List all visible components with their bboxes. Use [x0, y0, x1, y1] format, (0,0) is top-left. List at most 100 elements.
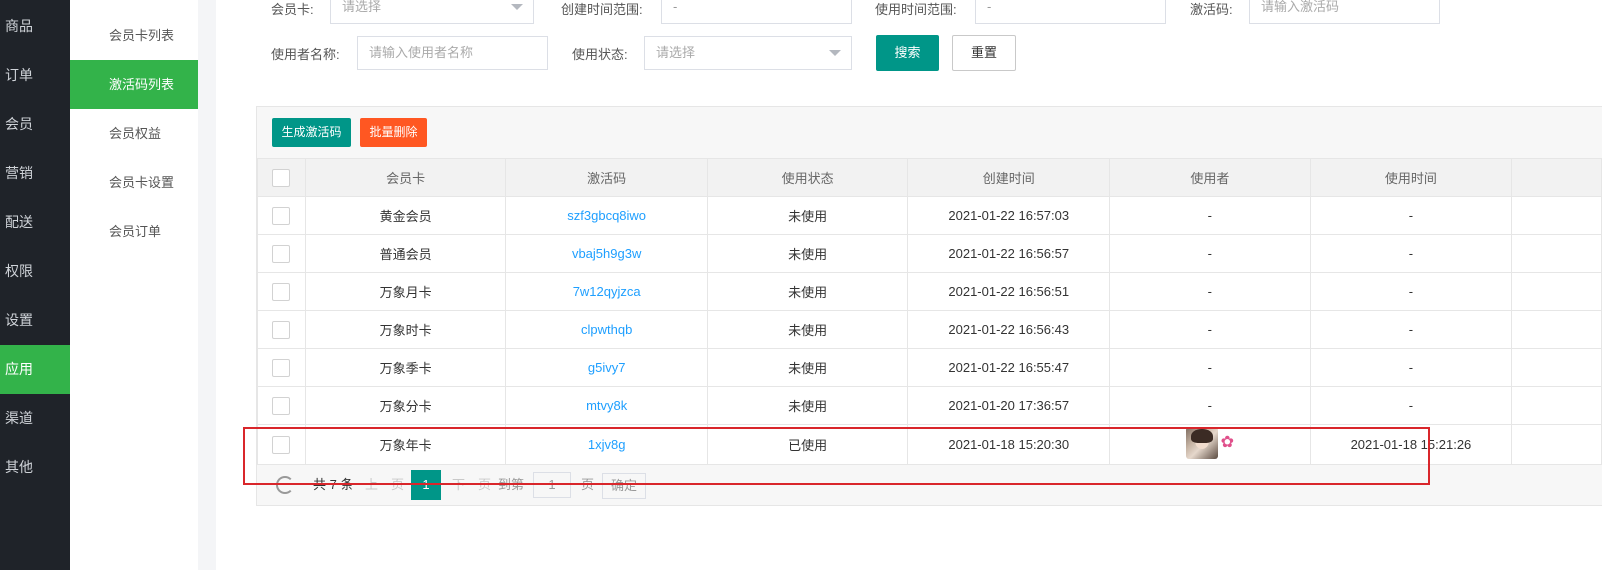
card-filter-label: 会员卡:: [271, 2, 314, 17]
reset-button[interactable]: 重置: [952, 35, 1016, 71]
card-select-placeholder: 请选择: [342, 0, 382, 14]
card-cell: 万象月卡: [304, 272, 507, 311]
user-name-input[interactable]: 请输入使用者名称: [357, 36, 548, 70]
nav-item-apps[interactable]: 应用: [0, 345, 70, 394]
code-link[interactable]: vbaj5h9g3w: [572, 246, 641, 261]
user-cell: -: [1109, 348, 1311, 387]
status-cell: 未使用: [706, 348, 909, 387]
select-all-cell: [257, 158, 306, 197]
used-range-label: 使用时间范围:: [875, 2, 957, 17]
row-checkbox[interactable]: [272, 244, 291, 263]
row-checkbox[interactable]: [272, 206, 291, 225]
bulk-delete-button[interactable]: 批量删除: [360, 118, 427, 147]
status-select-placeholder: 请选择: [656, 45, 696, 60]
code-link[interactable]: clpwthqb: [581, 322, 632, 337]
generate-codes-button[interactable]: 生成激活码: [272, 118, 351, 147]
nav-item-other[interactable]: 其他: [0, 443, 70, 492]
activation-code-table: 会员卡 激活码 使用状态 创建时间 使用者 使用时间 黄金会员 szf3gbcq…: [257, 158, 1602, 465]
chevron-down-icon: [511, 4, 523, 10]
code-link[interactable]: 1xjv8g: [588, 437, 626, 452]
column-header-user[interactable]: 使用者: [1109, 158, 1311, 197]
code-link[interactable]: g5ivy7: [588, 360, 626, 375]
page-suffix: 页: [581, 477, 595, 492]
row-checkbox[interactable]: [272, 320, 291, 339]
nav-item-delivery[interactable]: 配送: [0, 198, 70, 247]
card-select[interactable]: 请选择: [330, 0, 534, 24]
user-cell: -: [1109, 386, 1311, 425]
subnav-item-card-list[interactable]: 会员卡列表: [70, 11, 198, 60]
used-time-cell: 2021-01-18 15:21:26: [1309, 424, 1513, 465]
table-row: 万象季卡 g5ivy7 未使用 2021-01-22 16:55:47 - -: [257, 348, 1602, 387]
code-search-input[interactable]: 请输入激活码: [1249, 0, 1440, 24]
created-cell: 2021-01-22 16:55:47: [907, 348, 1111, 387]
user-info: ✿: [1185, 427, 1235, 459]
chevron-down-icon: [829, 50, 841, 56]
nav-item-channels[interactable]: 渠道: [0, 394, 70, 443]
created-cell: 2021-01-22 16:56:43: [907, 310, 1111, 349]
actions-cell: [1511, 348, 1602, 387]
created-range-separator: -: [673, 0, 678, 14]
status-cell: 已使用: [706, 424, 909, 465]
content-card: 会员卡: 请选择 创建时间范围: - 使用时间范围: - 激活码: 请输入激活码…: [216, 0, 1602, 570]
code-search-placeholder: 请输入激活码: [1261, 0, 1340, 14]
prev-page-button[interactable]: 上一页: [365, 470, 404, 500]
search-button[interactable]: 搜索: [876, 35, 939, 71]
current-page[interactable]: 1: [411, 470, 441, 500]
code-link[interactable]: szf3gbcq8iwo: [567, 208, 646, 223]
used-range-input[interactable]: -: [975, 0, 1166, 24]
subnav-item-card-settings[interactable]: 会员卡设置: [70, 158, 198, 207]
actions-cell: [1511, 386, 1602, 425]
status-cell: 未使用: [706, 234, 909, 273]
column-header-card[interactable]: 会员卡: [304, 158, 507, 197]
main-content: 会员卡: 请选择 创建时间范围: - 使用时间范围: - 激活码: 请输入激活码…: [198, 0, 1602, 570]
user-cell: ✿: [1109, 424, 1311, 465]
row-checkbox[interactable]: [272, 358, 291, 377]
table-row: 万象月卡 7w12qyjzca 未使用 2021-01-22 16:56:51 …: [257, 272, 1602, 311]
used-time-cell: -: [1309, 348, 1513, 387]
created-cell: 2021-01-22 16:57:03: [907, 196, 1111, 235]
created-range-input[interactable]: -: [661, 0, 852, 24]
card-cell: 万象分卡: [304, 386, 507, 425]
created-cell: 2021-01-22 16:56:51: [907, 272, 1111, 311]
goto-page-input[interactable]: 1: [533, 472, 571, 498]
card-cell: 万象年卡: [304, 424, 507, 465]
nav-item-permissions[interactable]: 权限: [0, 247, 70, 296]
subnav-item-activation-codes[interactable]: 激活码列表: [70, 60, 198, 109]
card-cell: 万象季卡: [304, 348, 507, 387]
table-row: 万象年卡 1xjv8g 已使用 2021-01-18 15:20:30 ✿ 20…: [257, 424, 1602, 465]
used-time-cell: -: [1309, 234, 1513, 273]
column-header-actions: [1511, 158, 1602, 197]
flower-icon: ✿: [1220, 434, 1235, 451]
refresh-icon[interactable]: [276, 476, 294, 494]
nav-item-orders[interactable]: 订单: [0, 51, 70, 100]
subnav-item-member-orders[interactable]: 会员订单: [70, 207, 198, 256]
actions-cell: [1511, 196, 1602, 235]
created-cell: 2021-01-20 17:36:57: [907, 386, 1111, 425]
nav-item-members[interactable]: 会员: [0, 100, 70, 149]
nav-item-marketing[interactable]: 营销: [0, 149, 70, 198]
code-link[interactable]: 7w12qyjzca: [573, 284, 641, 299]
user-filter-label: 使用者名称:: [271, 47, 340, 62]
table-row: 万象分卡 mtvy8k 未使用 2021-01-20 17:36:57 - -: [257, 386, 1602, 425]
select-all-checkbox[interactable]: [272, 168, 291, 187]
nav-item-settings[interactable]: 设置: [0, 296, 70, 345]
nav-item-goods[interactable]: 商品: [0, 2, 70, 51]
actions-cell: [1511, 424, 1602, 465]
user-cell: -: [1109, 196, 1311, 235]
row-checkbox[interactable]: [272, 282, 291, 301]
row-checkbox[interactable]: [272, 435, 291, 454]
next-page-button[interactable]: 下一页: [452, 470, 491, 500]
card-cell: 黄金会员: [304, 196, 507, 235]
column-header-status[interactable]: 使用状态: [706, 158, 909, 197]
column-header-created[interactable]: 创建时间: [907, 158, 1111, 197]
code-link[interactable]: mtvy8k: [586, 398, 627, 413]
column-header-code[interactable]: 激活码: [505, 158, 708, 197]
column-header-used-time[interactable]: 使用时间: [1309, 158, 1513, 197]
goto-confirm-button[interactable]: 确定: [602, 473, 646, 499]
actions-cell: [1511, 310, 1602, 349]
subnav-item-member-benefits[interactable]: 会员权益: [70, 109, 198, 158]
table-row: 普通会员 vbaj5h9g3w 未使用 2021-01-22 16:56:57 …: [257, 234, 1602, 273]
status-select[interactable]: 请选择: [644, 36, 852, 70]
row-checkbox[interactable]: [272, 396, 291, 415]
used-time-cell: -: [1309, 310, 1513, 349]
